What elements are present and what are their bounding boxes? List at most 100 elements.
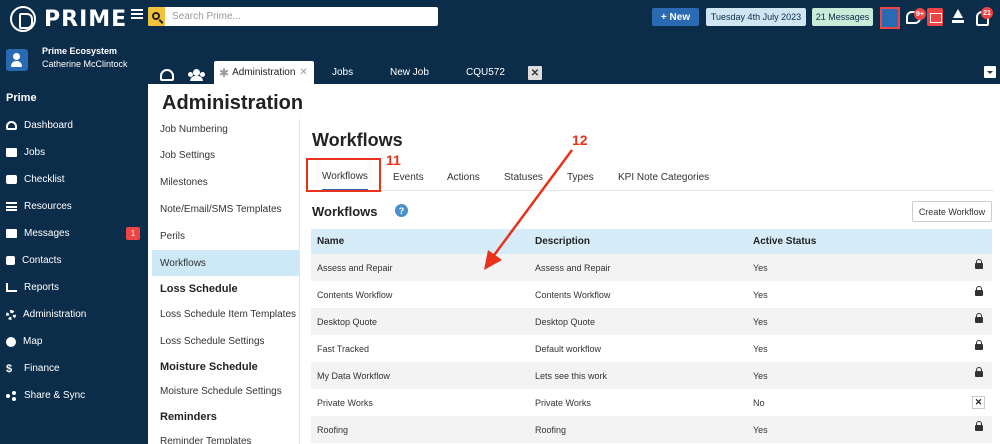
menu-item-templates[interactable]: Note/Email/SMS Templates (152, 196, 299, 222)
sidebar-item-checklist[interactable]: Checklist (0, 166, 148, 193)
sidebar-item-finance[interactable]: $ Finance (0, 355, 148, 382)
sidebar-item-label: Messages (24, 228, 70, 239)
user-color-swatch[interactable] (880, 7, 900, 29)
logo-text: PRIME (44, 6, 128, 32)
table-row[interactable]: Private Works Private Works No ✕ (311, 389, 992, 416)
sidebar-item-share-sync[interactable]: Share & Sync (0, 382, 148, 409)
sidebar-item-label: Finance (24, 363, 60, 374)
row-status: Yes (753, 424, 768, 435)
row-description: Roofing (535, 424, 567, 435)
folder-icon (6, 148, 17, 157)
avatar (6, 49, 28, 71)
subtab-kpi-note-categories[interactable]: KPI Note Categories (618, 163, 709, 191)
tab-label: Administration (232, 67, 296, 78)
date-badge[interactable]: Tuesday 4th July 2023 (706, 8, 806, 26)
calendar-icon[interactable] (927, 8, 943, 26)
sidebar-item-messages[interactable]: Messages 1 (0, 220, 148, 247)
dollar-icon: $ (6, 362, 13, 375)
asterisk-icon: ✱ (219, 65, 230, 80)
table-header: Name Description Active Status (311, 229, 992, 254)
tab-cqu572[interactable]: CQU572 (466, 61, 505, 84)
annotation-label-11: 11 (386, 152, 401, 168)
sidebar-item-resources[interactable]: Resources (0, 193, 148, 220)
help-icon[interactable]: ? (395, 204, 408, 217)
row-description: Contents Workflow (535, 289, 611, 300)
search-bar (148, 7, 438, 26)
prime-logo[interactable]: PRIME (10, 6, 127, 32)
search-button[interactable] (148, 7, 165, 26)
tab-new-job[interactable]: New Job (390, 61, 429, 84)
lock-icon (975, 421, 983, 431)
menu-item-milestones[interactable]: Milestones (152, 169, 299, 195)
sidebar-item-dashboard[interactable]: Dashboard (0, 112, 148, 139)
table-row[interactable]: Contents Workflow Contents Workflow Yes (311, 281, 992, 308)
chat-count-badge: 9+ (914, 8, 926, 20)
hamburger-menu-icon[interactable] (131, 9, 143, 19)
lock-icon (975, 259, 983, 269)
row-name: Private Works (317, 397, 373, 408)
table-row[interactable]: Fast Tracked Default workflow Yes (311, 335, 992, 362)
dashboard-tab-icon[interactable] (160, 69, 174, 81)
menu-heading-moisture-schedule: Moisture Schedule (160, 361, 258, 373)
close-tab-icon[interactable]: ✕ (528, 66, 542, 80)
messages-badge[interactable]: 21 Messages (812, 8, 873, 26)
upload-icon[interactable] (951, 8, 965, 26)
column-header-active-status[interactable]: Active Status (747, 236, 947, 247)
menu-item-workflows[interactable]: Workflows (152, 250, 299, 276)
checklist-icon (6, 175, 17, 184)
prime-logo-icon (10, 6, 36, 32)
tab-bar: ✱ Administration ✕ Jobs New Job CQU572 ✕ (148, 36, 1000, 84)
menu-item-loss-schedule-templates[interactable]: Loss Schedule Item Templates (152, 301, 299, 327)
create-workflow-button[interactable]: Create Workflow (912, 201, 992, 222)
table-row[interactable]: Desktop Quote Desktop Quote Yes (311, 308, 992, 335)
menu-heading-reminders: Reminders (160, 411, 217, 423)
tab-jobs[interactable]: Jobs (332, 61, 353, 84)
delete-icon[interactable]: ✕ (972, 396, 985, 409)
row-status: No (753, 397, 765, 408)
sidebar-item-administration[interactable]: Administration (0, 301, 148, 328)
sidebar-item-map[interactable]: Map (0, 328, 148, 355)
row-name: My Data Workflow (317, 370, 390, 381)
notification-bell-icon[interactable]: 21 (974, 7, 993, 26)
row-status: Yes (753, 262, 768, 273)
sidebar-item-reports[interactable]: Reports (0, 274, 148, 301)
content-title: Workflows (312, 130, 403, 150)
row-description: Lets see this work (535, 370, 608, 381)
menu-item-reminder-templates[interactable]: Reminder Templates (152, 428, 299, 444)
sidebar: Prime Ecosystem Catherine McClintock Pri… (0, 36, 148, 444)
messages-count-badge: 1 (126, 227, 140, 240)
sidebar-item-label: Dashboard (24, 120, 73, 131)
dashboard-icon (6, 121, 17, 130)
search-input[interactable] (165, 11, 435, 22)
sidebar-item-label: Administration (23, 309, 87, 320)
new-button[interactable]: + New (652, 8, 699, 26)
menu-item-loss-schedule-settings[interactable]: Loss Schedule Settings (152, 328, 299, 354)
chat-icon[interactable]: 9+ (906, 8, 926, 26)
table-row[interactable]: My Data Workflow Lets see this work Yes (311, 362, 992, 389)
bell-count-badge: 21 (981, 7, 993, 19)
sidebar-item-contacts[interactable]: Contacts (0, 247, 148, 274)
top-bar: PRIME + New Tuesday 4th July 2023 21 Mes… (0, 0, 1000, 36)
menu-item-moisture-settings[interactable]: Moisture Schedule Settings (152, 378, 299, 404)
chevron-down-icon[interactable] (984, 66, 996, 78)
menu-item-perils[interactable]: Perils (152, 223, 299, 249)
table-row[interactable]: Assess and Repair Assess and Repair Yes (311, 254, 992, 281)
row-name: Roofing (317, 424, 349, 435)
sidebar-item-label: Resources (24, 201, 72, 212)
map-icon (6, 336, 16, 347)
subtab-bar: Workflows Events Actions Statuses Types … (306, 163, 994, 191)
sidebar-item-label: Jobs (24, 147, 46, 158)
mail-icon (6, 229, 17, 238)
user-block[interactable]: Prime Ecosystem Catherine McClintock (0, 36, 148, 84)
row-status: Yes (753, 289, 768, 300)
workflows-table: Name Description Active Status Assess an… (311, 229, 992, 443)
share-icon (6, 390, 17, 401)
users-icon[interactable] (188, 69, 206, 81)
tab-administration[interactable]: ✱ Administration ✕ (214, 61, 314, 84)
tab-close-icon[interactable]: ✕ (299, 67, 307, 78)
menu-item-job-settings[interactable]: Job Settings (152, 142, 299, 168)
resources-icon (6, 202, 17, 211)
menu-item-job-numbering[interactable]: Job Numbering (152, 119, 299, 142)
sidebar-item-jobs[interactable]: Jobs (0, 139, 148, 166)
table-row[interactable]: Roofing Roofing Yes (311, 416, 992, 443)
